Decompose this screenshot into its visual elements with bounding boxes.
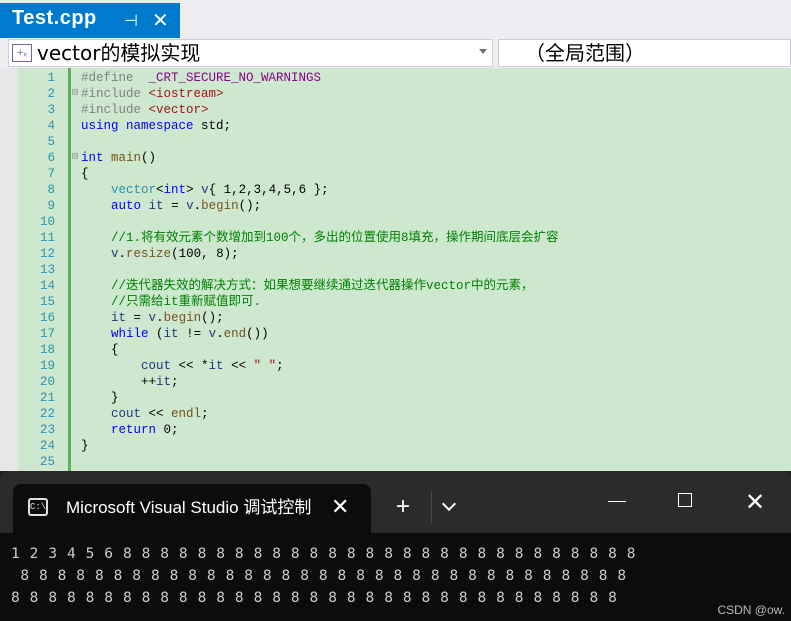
close-icon[interactable]: ✕ bbox=[152, 8, 169, 33]
code-line: 13 bbox=[39, 263, 55, 277]
output-line: 1 2 3 4 5 6 8 8 8 8 8 8 8 8 8 8 8 8 8 8 … bbox=[11, 546, 637, 562]
code-line: 14 //迭代器失效的解决方式：如果想要继续通过迭代器操作vector中的元素， bbox=[39, 279, 534, 293]
code-line: 5 bbox=[47, 135, 55, 149]
code-line: 16 it = v.begin(); bbox=[39, 311, 224, 325]
close-window-button[interactable]: ✕ bbox=[745, 488, 765, 517]
navigation-bar: +ₓ vector的模拟实现 （全局范围） bbox=[0, 38, 791, 68]
editor-tabstrip: Test.cpp ⊣ ✕ bbox=[0, 0, 791, 38]
minimize-button[interactable] bbox=[608, 501, 626, 502]
output-line: 8 8 8 8 8 8 8 8 8 8 8 8 8 8 8 8 8 8 8 8 … bbox=[11, 590, 618, 606]
console-tab[interactable]: C:\ Microsoft Visual Studio 调试控制台 ✕ bbox=[13, 484, 371, 533]
console-titlebar: C:\ Microsoft Visual Studio 调试控制台 ✕ + ✕ bbox=[0, 471, 791, 533]
code-line: 3 #include <vector> bbox=[47, 103, 209, 117]
fold-icon[interactable]: ⊟ bbox=[72, 86, 80, 102]
code-line: 23 return 0; bbox=[39, 423, 179, 437]
output-line: 8 8 8 8 8 8 8 8 8 8 8 8 8 8 8 8 8 8 8 8 … bbox=[11, 568, 627, 584]
code-line: 7{ bbox=[47, 167, 89, 181]
code-line: 18 { bbox=[39, 343, 119, 357]
project-icon: +ₓ bbox=[12, 44, 32, 62]
code-line: 24} bbox=[39, 439, 89, 453]
member-scope-label: （全局范围） bbox=[525, 41, 645, 65]
code-line: 21 } bbox=[39, 391, 119, 405]
code-line: 6 ⊟ int main() bbox=[47, 150, 157, 166]
code-editor[interactable]: 1 #define _CRT_SECURE_NO_WARNINGS 2 ⊟ #incl… bbox=[0, 68, 791, 478]
code-line: 17 while (it != v.end()) bbox=[39, 327, 269, 341]
code-line: 15 //只需给it重新赋值即可. bbox=[39, 295, 262, 309]
project-scope-dropdown[interactable]: +ₓ vector的模拟实现 bbox=[8, 39, 493, 67]
code-line: 4 using namespace std; bbox=[47, 119, 232, 133]
terminal-icon: C:\ bbox=[28, 498, 48, 516]
code-line: 10 bbox=[39, 215, 55, 229]
code-line: 9 auto it = v.begin(); bbox=[47, 199, 262, 213]
watermark: CSDN @ow. bbox=[717, 603, 785, 617]
maximize-button[interactable] bbox=[678, 493, 692, 507]
tab-title: Test.cpp bbox=[12, 7, 97, 29]
project-scope-label: vector的模拟实现 bbox=[37, 41, 201, 65]
debug-console-window: C:\ Microsoft Visual Studio 调试控制台 ✕ + ✕ … bbox=[0, 471, 791, 621]
code-line: 19 cout << *it << " "; bbox=[39, 359, 284, 373]
console-tab-title: Microsoft Visual Studio 调试控制台 bbox=[66, 498, 311, 517]
member-scope-dropdown[interactable]: （全局范围） bbox=[498, 39, 791, 67]
chevron-down-icon[interactable] bbox=[441, 496, 457, 512]
pin-icon[interactable]: ⊣ bbox=[124, 11, 138, 31]
fold-icon[interactable]: ⊟ bbox=[72, 150, 80, 166]
code-line: 20 ++it; bbox=[39, 375, 179, 389]
new-tab-button[interactable]: + bbox=[396, 494, 410, 520]
code-line: 2 ⊟ #include <iostream> bbox=[47, 86, 224, 102]
code-line: 12 v.resize(100, 8); bbox=[39, 247, 239, 261]
separator bbox=[431, 491, 432, 523]
close-tab-icon[interactable]: ✕ bbox=[331, 494, 349, 520]
code-line: 22 cout << endl; bbox=[39, 407, 209, 421]
tab-test-cpp[interactable]: Test.cpp ⊣ ✕ bbox=[0, 3, 180, 38]
code-line: 11 //1.将有效元素个数增加到100个，多出的位置使用8填充，操作期间底层会… bbox=[39, 231, 559, 245]
chevron-down-icon[interactable] bbox=[479, 49, 487, 54]
code-line: 25 bbox=[39, 455, 55, 469]
console-output[interactable]: 1 2 3 4 5 6 8 8 8 8 8 8 8 8 8 8 8 8 8 8 … bbox=[0, 533, 791, 621]
code-line: 1 #define _CRT_SECURE_NO_WARNINGS bbox=[47, 71, 322, 85]
code-line: 8 vector<int> v{ 1,2,3,4,5,6 }; bbox=[47, 183, 329, 197]
